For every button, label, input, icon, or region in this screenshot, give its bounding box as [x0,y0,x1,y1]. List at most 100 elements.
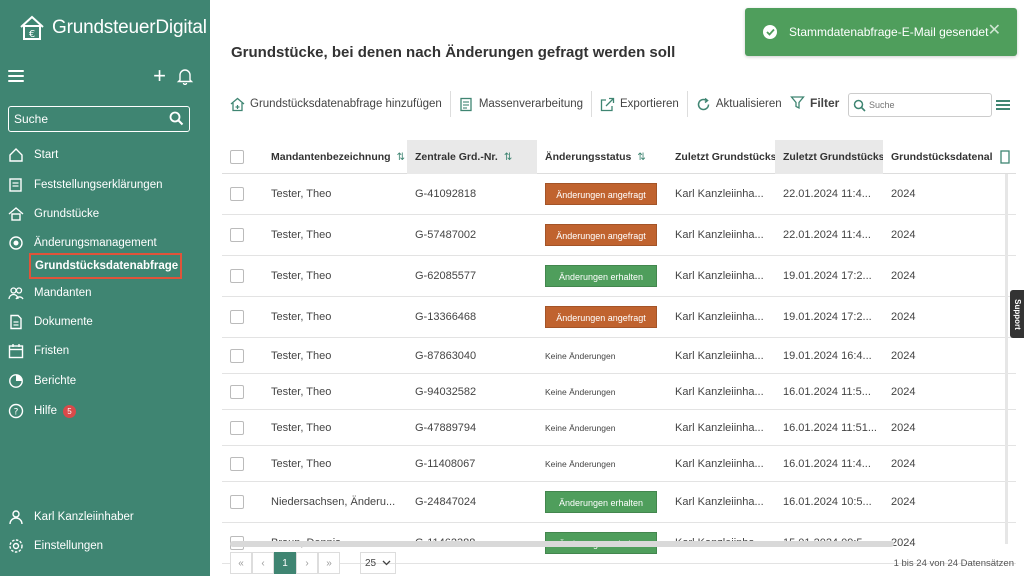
status-text: Keine Änderungen [545,386,616,397]
horizontal-scrollbar[interactable] [230,541,894,547]
bell-icon[interactable] [176,67,194,85]
export-icon [600,97,615,111]
table-cell: 19.01.2024 17:2... [775,297,883,337]
sort-icon[interactable]: ⇅ [397,152,405,163]
table-search [848,93,992,117]
table-cell: Keine Änderungen [537,410,667,445]
table-cell: Änderungen erhalten [537,482,667,522]
export-button[interactable]: Exportieren [600,97,687,112]
gear-icon [7,537,25,555]
add-icon[interactable]: + [153,65,166,87]
sidebar-item-hilfe[interactable]: ? Hilfe 5 [7,399,77,423]
toolbar-divider [449,91,451,117]
sidebar-item-einstellungen[interactable]: Einstellungen [7,534,103,558]
row-checkbox[interactable] [230,228,244,242]
sidebar-search [8,106,190,132]
column-header-label: Zentrale Grd.-Nr. [415,151,498,163]
cell-value: G-11408067 [415,457,476,470]
next-page-button[interactable]: › [296,552,318,574]
row-checkbox[interactable] [230,187,244,201]
search-icon[interactable] [169,111,184,126]
export-label: Exportieren [620,98,679,110]
column-header-last-user[interactable]: Zuletzt Grundstücks [667,140,775,174]
table-cell: 22.01.2024 11:4... [775,215,883,255]
status-text: Keine Änderungen [545,422,616,433]
table-row[interactable]: Tester, Theo G-62085577 Änderungen erhalte… [222,256,1016,297]
row-checkbox[interactable] [230,495,244,509]
sidebar-item-dokumente[interactable]: Dokumente [7,310,93,334]
table-row[interactable]: Niedersachsen, Änderu... G-24847024 Änderu… [222,482,1016,523]
row-select-cell [222,215,262,255]
table-cell: G-94032582 [407,374,537,409]
cell-value: Karl Kanzleiinha... [675,349,764,362]
table-cell: G-24847024 [407,482,537,522]
sidebar-item-grundstuecke[interactable]: Grundstücke [7,202,99,226]
column-header-label: Grundstücksdatenal [891,151,993,163]
sidebar-subitem-grundstuecksdatenabfrage[interactable]: Grundstücksdatenabfrage [29,253,182,279]
menu-toggle-icon[interactable] [8,70,24,84]
table-header: Mandantenbezeichnung ⇅ Zentrale Grd.-Nr. ⇅… [222,140,1016,174]
column-header-status[interactable]: Änderungsstatus ⇅ [537,140,667,174]
sidebar-item-label: Fristen [34,345,70,357]
table-cell: Tester, Theo [263,297,407,337]
column-menu-icon[interactable] [996,100,1010,110]
sidebar-search-input[interactable] [14,112,164,126]
row-checkbox[interactable] [230,420,244,435]
support-tab[interactable]: Support [1010,290,1024,338]
cell-value: 19.01.2024 16:4... [783,349,872,362]
sidebar-item-fristen[interactable]: Fristen [7,339,69,363]
prev-page-button[interactable]: ‹ [252,552,274,574]
column-header-label: Zuletzt Grundstücks [783,151,883,163]
row-checkbox[interactable] [230,348,244,363]
row-checkbox[interactable] [230,310,244,324]
cell-value: Tester, Theo [271,188,332,200]
table-search-input[interactable] [869,100,979,110]
table-cell: 2024 [883,174,993,214]
table-row[interactable]: Tester, Theo G-94032582 Keine Änderungen Ka… [222,374,1016,410]
column-header-mandant[interactable]: Mandantenbezeichnung ⇅ [263,140,407,174]
row-checkbox[interactable] [230,456,244,471]
cell-value: 2024 [891,421,916,434]
sidebar-item-user[interactable]: Karl Kanzleiinhaber [7,505,134,529]
page-size-select[interactable]: 25 [360,552,396,574]
column-header-grd-nr[interactable]: Zentrale Grd.-Nr. ⇅ [407,140,537,174]
table-row[interactable]: Tester, Theo G-47889794 Keine Änderungen Ka… [222,410,1016,446]
home-icon [7,146,25,164]
app-logo[interactable]: € GrundsteuerDigital [18,14,207,42]
column-header-year[interactable]: Grundstücksdatenal [883,140,993,174]
table-cell: Karl Kanzleiinha... [667,446,775,481]
sidebar-item-aenderungsmanagement[interactable]: Änderungsmanagement [7,231,157,255]
row-select-cell [222,410,262,445]
sidebar-item-mandanten[interactable]: Mandanten [7,281,92,305]
user-icon [7,508,25,526]
add-property-query-button[interactable]: Grundstücksdatenabfrage hinzufügen [230,97,450,112]
close-icon[interactable]: ✕ [988,23,1001,39]
last-page-button[interactable]: » [318,552,340,574]
cell-value: Tester, Theo [271,311,332,323]
column-header-last-date[interactable]: Zuletzt Grundstücks [775,140,883,174]
table-cell: G-13366468 [407,297,537,337]
row-checkbox[interactable] [230,269,244,283]
sidebar-item-start[interactable]: Start [7,143,58,167]
vertical-scrollbar[interactable] [1005,174,1008,544]
table-row[interactable]: Tester, Theo G-11408067 Keine Änderungen Ka… [222,446,1016,482]
table-row[interactable]: Tester, Theo G-87863040 Keine Änderungen Ka… [222,338,1016,374]
first-page-button[interactable]: « [230,552,252,574]
table-row[interactable]: Tester, Theo G-41092818 Änderungen angefra… [222,174,1016,215]
table-row[interactable]: Tester, Theo G-57487002 Änderungen angefra… [222,215,1016,256]
refresh-button[interactable]: Aktualisieren [696,97,790,112]
filter-button[interactable]: Filter [790,95,839,110]
sidebar-item-berichte[interactable]: Berichte [7,369,76,393]
table-cell: Änderungen angefragt [537,297,667,337]
sort-icon[interactable]: ⇅ [504,152,512,163]
table-row[interactable]: Tester, Theo G-13366468 Änderungen angefra… [222,297,1016,338]
search-icon [853,99,866,112]
sort-icon[interactable]: ⇅ [637,152,645,163]
current-page[interactable]: 1 [274,552,296,574]
sidebar-item-feststellungserklaerungen[interactable]: Feststellungserklärungen [7,173,163,197]
row-checkbox[interactable] [230,384,244,399]
bulk-processing-button[interactable]: Massenverarbeitung [459,97,591,112]
cell-value: G-13366468 [415,311,477,323]
select-all-checkbox[interactable] [230,150,244,164]
column-settings-icon[interactable] [1000,150,1010,164]
